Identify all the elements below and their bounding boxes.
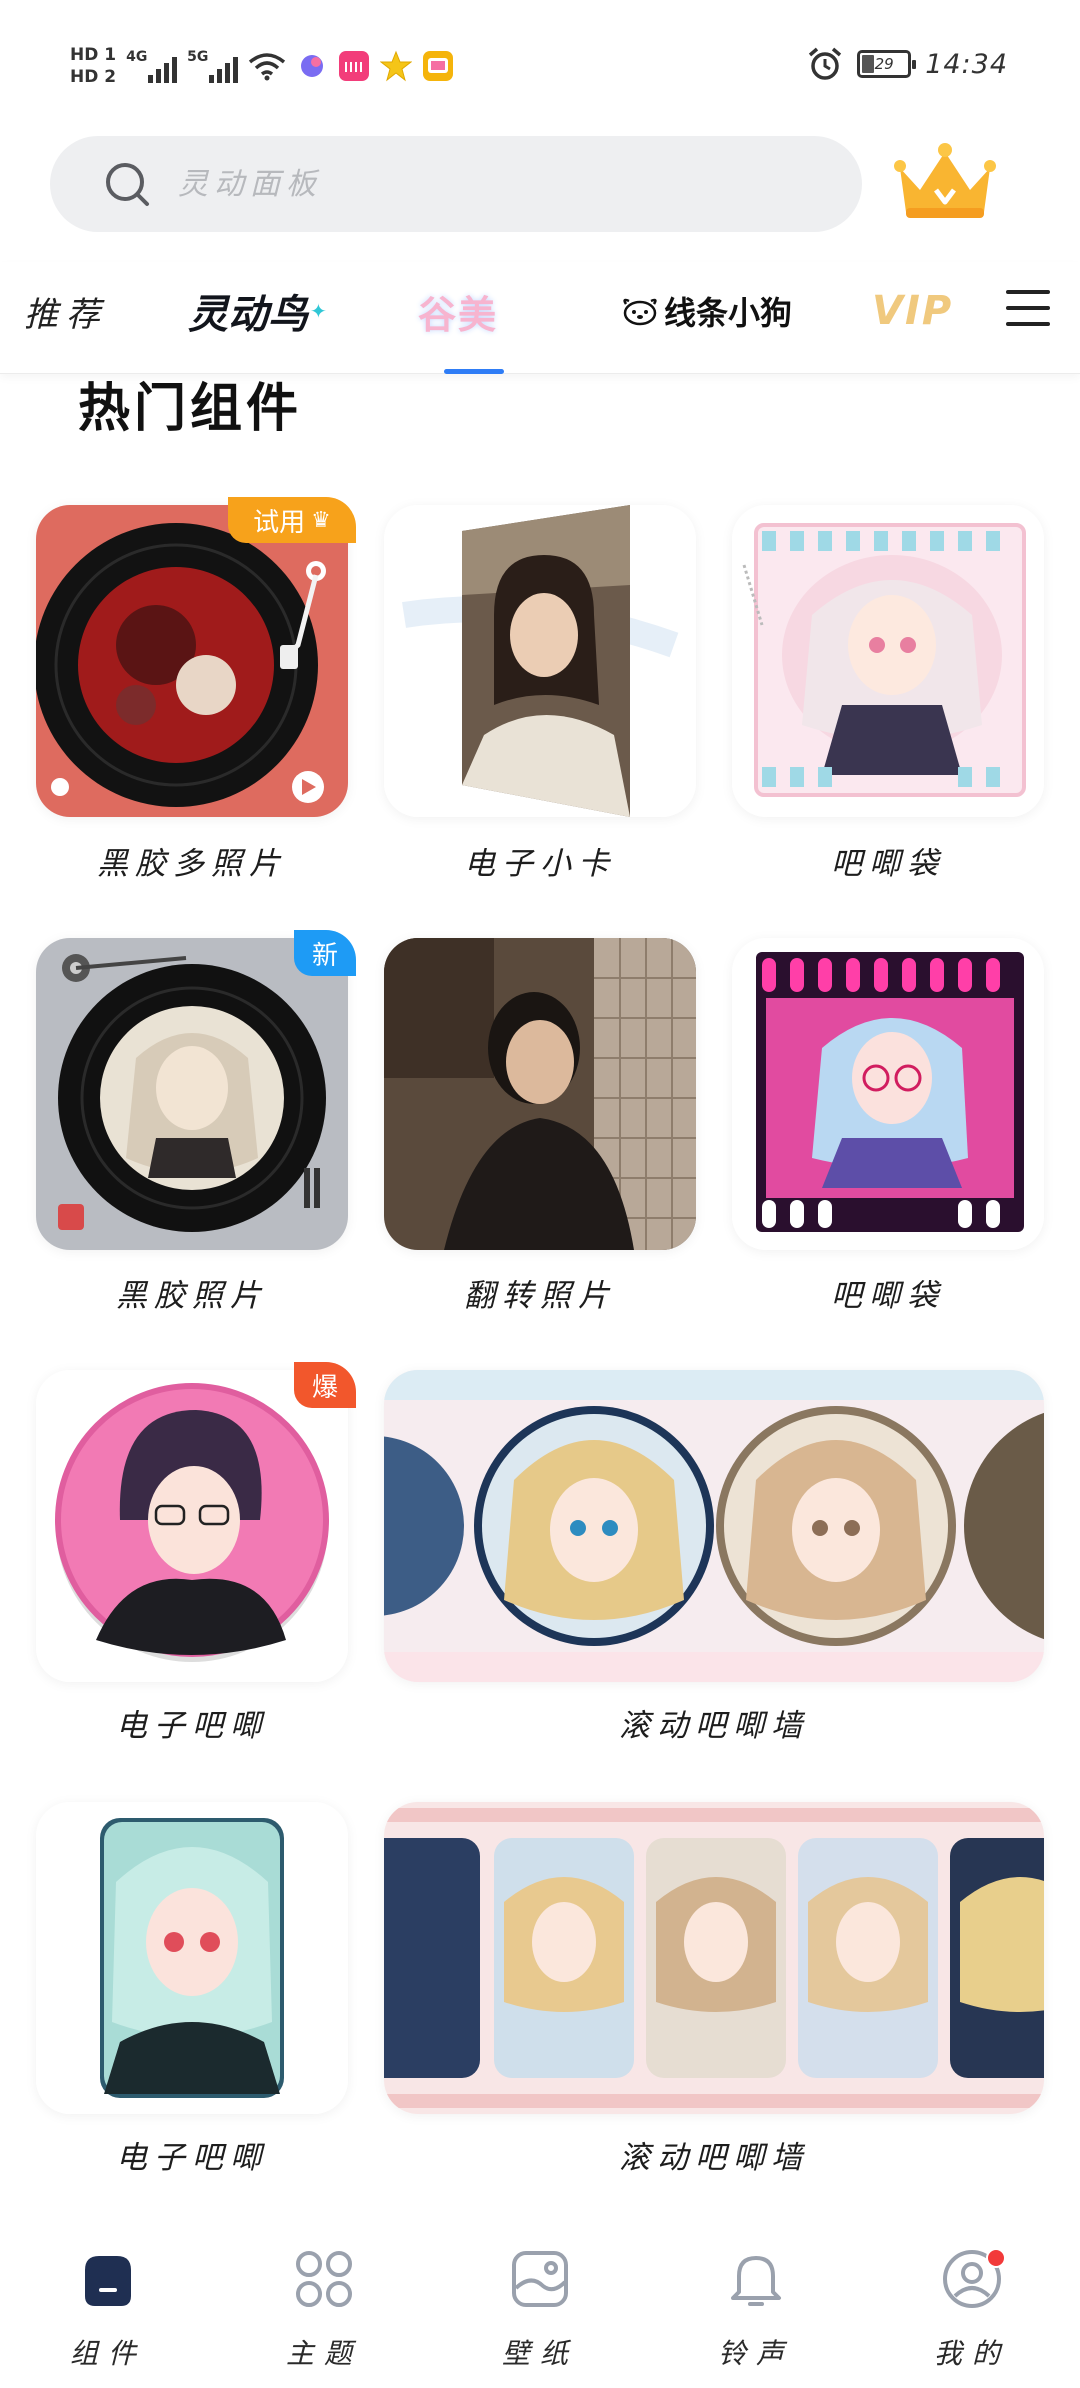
vinyl-photo-preview bbox=[36, 938, 348, 1250]
widget-label: 电子吧唧 bbox=[116, 2140, 268, 2176]
nav-wallpapers[interactable]: 壁纸 bbox=[470, 2248, 610, 2372]
widget-label: 黑胶多照片 bbox=[97, 846, 287, 882]
widget-card-e-badge[interactable] bbox=[36, 1802, 348, 2114]
widget-icon bbox=[85, 2256, 131, 2306]
hd1-label: HD 1 bbox=[70, 45, 117, 65]
tab-xiantiaoxiaogou[interactable]: 线条小狗 bbox=[620, 280, 792, 342]
badge-bag-preview bbox=[732, 505, 1044, 817]
new-badge: 新 bbox=[294, 930, 356, 976]
status-left: HD 1 HD 2 4G 5G bbox=[70, 36, 454, 96]
active-tab-indicator bbox=[444, 369, 504, 374]
tab-recommend[interactable]: 推荐 bbox=[24, 280, 108, 342]
battery-icon: 29 bbox=[857, 50, 917, 78]
status-right: 29 14:34 bbox=[807, 46, 1008, 82]
hot-badge: 爆 bbox=[294, 1362, 356, 1408]
wifi-icon bbox=[248, 53, 286, 81]
net-5g-label: 5G bbox=[187, 49, 209, 65]
battery-level: 29 bbox=[874, 55, 894, 73]
widget-card-badge-bag[interactable] bbox=[732, 505, 1044, 817]
nav-ringtones[interactable]: 铃声 bbox=[686, 2248, 826, 2372]
notification-dot bbox=[986, 2248, 1006, 2268]
alarm-icon bbox=[809, 47, 842, 80]
nav-label: 我的 bbox=[933, 2337, 1010, 2370]
clock-time: 14:34 bbox=[925, 48, 1008, 80]
theme-icon bbox=[296, 2251, 352, 2307]
flip-photo-preview bbox=[384, 938, 696, 1250]
nav-label: 组件 bbox=[69, 2337, 146, 2370]
widget-label: 滚动吧唧墙 bbox=[619, 1708, 809, 1744]
photo-card-preview bbox=[384, 505, 696, 817]
nav-widgets[interactable]: 组件 bbox=[38, 2248, 178, 2372]
vip-crown-icon[interactable] bbox=[890, 140, 1000, 226]
widget-card-e-badge[interactable] bbox=[36, 1370, 348, 1682]
search-input[interactable] bbox=[178, 166, 778, 202]
bell-icon bbox=[731, 2256, 781, 2306]
widget-label: 吧唧袋 bbox=[831, 846, 945, 882]
widget-label: 翻转照片 bbox=[464, 1278, 616, 1314]
bottom-nav: 组件 主题 壁纸 铃声 我的 bbox=[0, 2210, 1080, 2388]
nav-themes[interactable]: 主题 bbox=[254, 2248, 394, 2372]
e-badge-preview bbox=[36, 1802, 348, 2114]
wallpaper-icon bbox=[512, 2251, 568, 2307]
app-notify-icon bbox=[339, 51, 370, 81]
hd-indicator: HD 1 HD 2 bbox=[70, 44, 116, 88]
search-icon bbox=[106, 163, 149, 206]
tab-lingdongniao-label: 灵动鸟 bbox=[188, 292, 308, 338]
nav-label: 壁纸 bbox=[501, 2337, 578, 2370]
section-title: 热门组件 bbox=[78, 378, 303, 439]
tab-vip[interactable]: VIP bbox=[872, 280, 953, 342]
search-bar[interactable] bbox=[50, 136, 862, 232]
signal-4g-icon: 4G bbox=[126, 49, 178, 83]
nav-label: 主题 bbox=[285, 2337, 362, 2370]
tab-gumei[interactable]: 谷美 bbox=[418, 280, 498, 342]
menu-icon[interactable] bbox=[1006, 290, 1050, 326]
net-4g-label: 4G bbox=[126, 49, 148, 65]
dog-icon bbox=[623, 298, 657, 326]
crown-small-icon: ♛ bbox=[311, 507, 331, 533]
app-notify-icon bbox=[301, 55, 324, 77]
badge-bag-preview bbox=[732, 938, 1044, 1250]
badge-text: 试用 bbox=[253, 507, 306, 538]
scroll-badge-wall-preview bbox=[384, 1370, 1044, 1682]
star-app-icon bbox=[380, 50, 413, 82]
tab-lingdongniao[interactable]: 灵动鸟 ✦ bbox=[188, 280, 327, 342]
search-row bbox=[50, 136, 1040, 232]
widget-card-flip-photo[interactable] bbox=[384, 938, 696, 1250]
app-notify-icon bbox=[423, 51, 454, 81]
widget-card-photo-card[interactable] bbox=[384, 505, 696, 817]
widget-label: 吧唧袋 bbox=[831, 1278, 945, 1314]
scroll-badge-wall-preview bbox=[384, 1802, 1044, 2114]
e-badge-preview bbox=[36, 1370, 348, 1682]
widget-card-vinyl-multi[interactable] bbox=[36, 505, 348, 817]
status-bar: HD 1 HD 2 4G 5G 29 14:34 bbox=[0, 0, 1080, 130]
widget-card-scroll-badge-wall[interactable] bbox=[384, 1370, 1044, 1682]
trial-badge: 试用 ♛ bbox=[228, 497, 356, 543]
widget-card-vinyl-photo[interactable] bbox=[36, 938, 348, 1250]
nav-label: 铃声 bbox=[717, 2337, 794, 2370]
widget-label: 电子吧唧 bbox=[116, 1708, 268, 1744]
widget-card-badge-bag[interactable] bbox=[732, 938, 1044, 1250]
vinyl-multi-photo-preview bbox=[36, 505, 348, 817]
hd2-label: HD 2 bbox=[70, 67, 117, 87]
category-tabs: 推荐 灵动鸟 ✦ 谷美 线条小狗 VIP bbox=[0, 262, 1080, 374]
widget-label: 滚动吧唧墙 bbox=[619, 2140, 809, 2176]
signal-5g-icon: 5G bbox=[187, 49, 239, 83]
widget-label: 黑胶照片 bbox=[116, 1278, 268, 1314]
nav-profile[interactable]: 我的 bbox=[902, 2248, 1042, 2372]
sparkle-icon: ✦ bbox=[310, 299, 327, 323]
tab-xiantiaoxiaogou-label: 线条小狗 bbox=[664, 294, 793, 332]
widget-label: 电子小卡 bbox=[464, 846, 616, 882]
widget-card-scroll-badge-wall[interactable] bbox=[384, 1802, 1044, 2114]
